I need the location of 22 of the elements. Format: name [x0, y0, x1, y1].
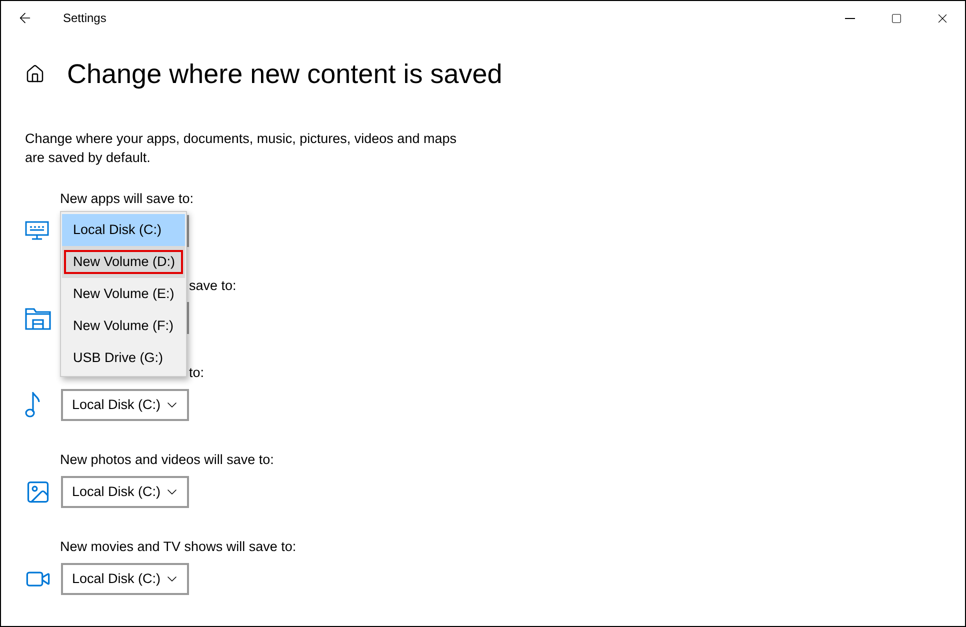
section-label: to: — [189, 364, 204, 382]
folder-icon — [25, 306, 51, 330]
section-label: New apps will save to: — [60, 190, 194, 208]
section-label: save to: — [189, 277, 236, 295]
window-title: Settings — [63, 10, 106, 27]
monitor-keyboard-icon — [25, 221, 49, 241]
dropdown-option[interactable]: New Volume (D:) — [62, 246, 185, 278]
section-label: New photos and videos will save to: — [60, 451, 274, 469]
drive-combobox[interactable]: Local Disk (C:) — [61, 389, 189, 421]
image-icon — [25, 479, 51, 505]
dropdown-option[interactable]: USB Drive (G:) — [62, 342, 185, 374]
page-description: Change where your apps, documents, music, pictures, videos and maps are saved by default. — [25, 130, 458, 167]
home-icon — [25, 64, 45, 84]
music-note-icon — [25, 392, 41, 418]
maximize-icon — [890, 12, 902, 24]
dropdown-option[interactable]: Local Disk (C:) — [62, 214, 185, 246]
drive-combobox[interactable]: Local Disk (C:) — [61, 563, 189, 595]
dropdown-option[interactable]: New Volume (E:) — [62, 278, 185, 310]
dropdown-option[interactable]: New Volume (F:) — [62, 310, 185, 342]
drive-combobox[interactable]: Local Disk (C:) — [61, 476, 189, 508]
section-label: New movies and TV shows will save to: — [60, 538, 296, 556]
page-title: Change where new content is saved — [67, 58, 502, 91]
